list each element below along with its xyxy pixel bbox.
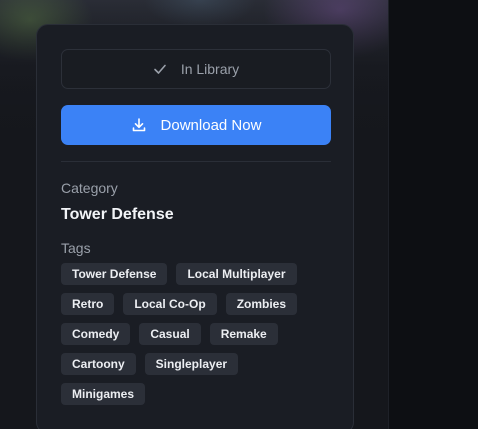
right-side-panel: [388, 0, 478, 429]
tag-chip[interactable]: Cartoony: [61, 353, 136, 375]
tag-row: Comedy Casual Remake: [61, 323, 331, 345]
tag-chip[interactable]: Local Co-Op: [123, 293, 217, 315]
tag-chip[interactable]: Minigames: [61, 383, 146, 405]
tag-chip[interactable]: Singleplayer: [144, 353, 239, 375]
download-icon: [131, 117, 147, 133]
game-sidebar-card: In Library Download Now Category Tower D…: [36, 24, 354, 429]
tag-row: Cartoony Singleplayer: [61, 353, 331, 375]
tag-row: Tower Defense Local Multiplayer: [61, 263, 331, 285]
tag-chip[interactable]: Tower Defense: [61, 263, 168, 285]
in-library-label: In Library: [180, 61, 240, 77]
category-value: Tower Defense: [61, 206, 174, 223]
tag-chip[interactable]: Zombies: [225, 293, 298, 315]
tag-chip[interactable]: Retro: [61, 293, 115, 315]
tag-chip[interactable]: Casual: [139, 323, 201, 345]
tag-chip[interactable]: Comedy: [61, 323, 131, 345]
tag-chip[interactable]: Remake: [209, 323, 278, 345]
section-divider: [61, 161, 331, 162]
in-library-button[interactable]: In Library: [61, 49, 331, 89]
tag-row: Minigames: [61, 383, 331, 405]
game-detail-view: In Library Download Now Category Tower D…: [0, 0, 478, 429]
tags-label: Tags: [61, 240, 91, 256]
download-now-label: Download Now: [160, 116, 262, 134]
tag-row: Retro Local Co-Op Zombies: [61, 293, 331, 315]
tag-list: Tower Defense Local Multiplayer Retro Lo…: [61, 263, 331, 413]
check-icon: [153, 62, 167, 76]
download-now-button[interactable]: Download Now: [61, 105, 331, 145]
category-label: Category: [61, 180, 118, 196]
tag-chip[interactable]: Local Multiplayer: [176, 263, 297, 285]
